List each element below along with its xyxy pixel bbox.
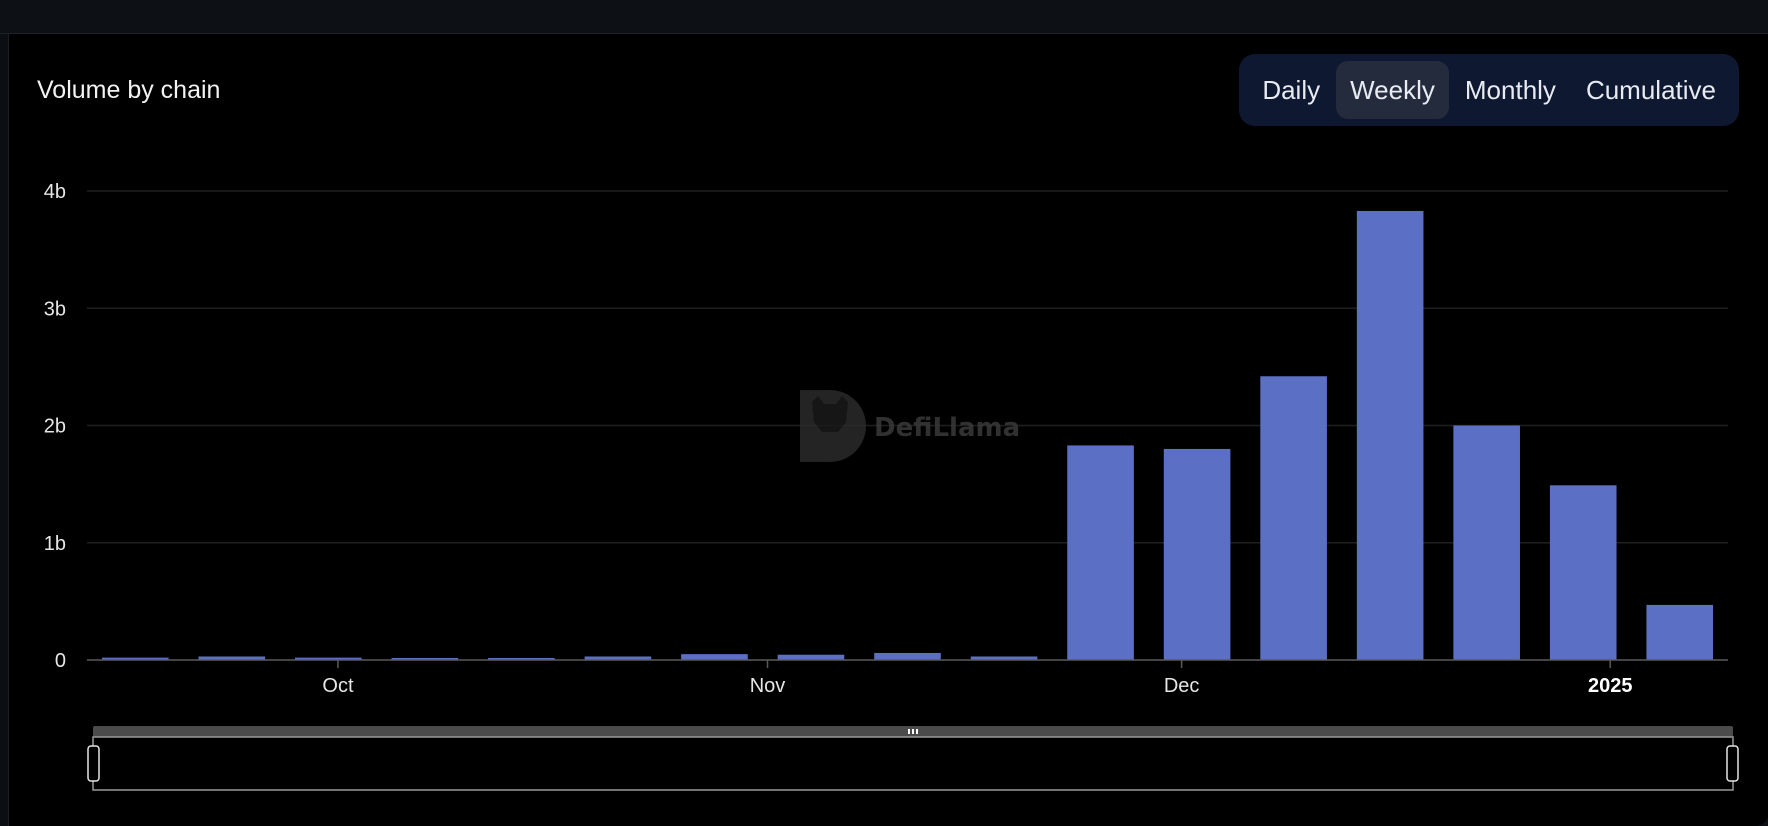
bar[interactable] — [681, 654, 748, 660]
y-tick-label: 0 — [55, 650, 66, 672]
y-tick-label: 1b — [44, 533, 66, 555]
x-tick-label: 2025 — [1588, 675, 1633, 697]
watermark-text: DefiLlama — [874, 413, 1020, 443]
y-axis-ticks: 0 1b 2b 3b 4b — [44, 181, 66, 672]
bar[interactable] — [1453, 425, 1520, 661]
volume-bar-chart: DefiLlama 0 1b 2b 3b 4b Oct Nov Dec 2025 — [44, 181, 1739, 791]
bar[interactable] — [777, 654, 845, 660]
bar[interactable] — [1356, 210, 1424, 660]
y-tick-label: 3b — [44, 298, 66, 320]
grip-icon[interactable] — [908, 729, 918, 734]
x-tick-label: Oct — [322, 675, 354, 697]
bar[interactable] — [1646, 604, 1714, 660]
bar[interactable] — [874, 652, 941, 660]
slider-window[interactable] — [92, 736, 1734, 791]
x-tick-label: Nov — [750, 675, 786, 697]
slider-left-handle[interactable] — [87, 745, 100, 782]
bar[interactable] — [1067, 445, 1134, 660]
x-axis: Oct Nov Dec 2025 — [87, 659, 1728, 697]
bar[interactable] — [1163, 448, 1231, 660]
slider-right-handle[interactable] — [1726, 745, 1739, 782]
y-tick-label: 4b — [44, 181, 66, 203]
bar[interactable] — [1260, 376, 1327, 660]
range-slider[interactable] — [87, 726, 1739, 791]
y-tick-label: 2b — [44, 416, 66, 438]
x-tick-label: Dec — [1164, 675, 1200, 697]
bar[interactable] — [1549, 485, 1617, 660]
watermark: DefiLlama — [800, 390, 1020, 462]
